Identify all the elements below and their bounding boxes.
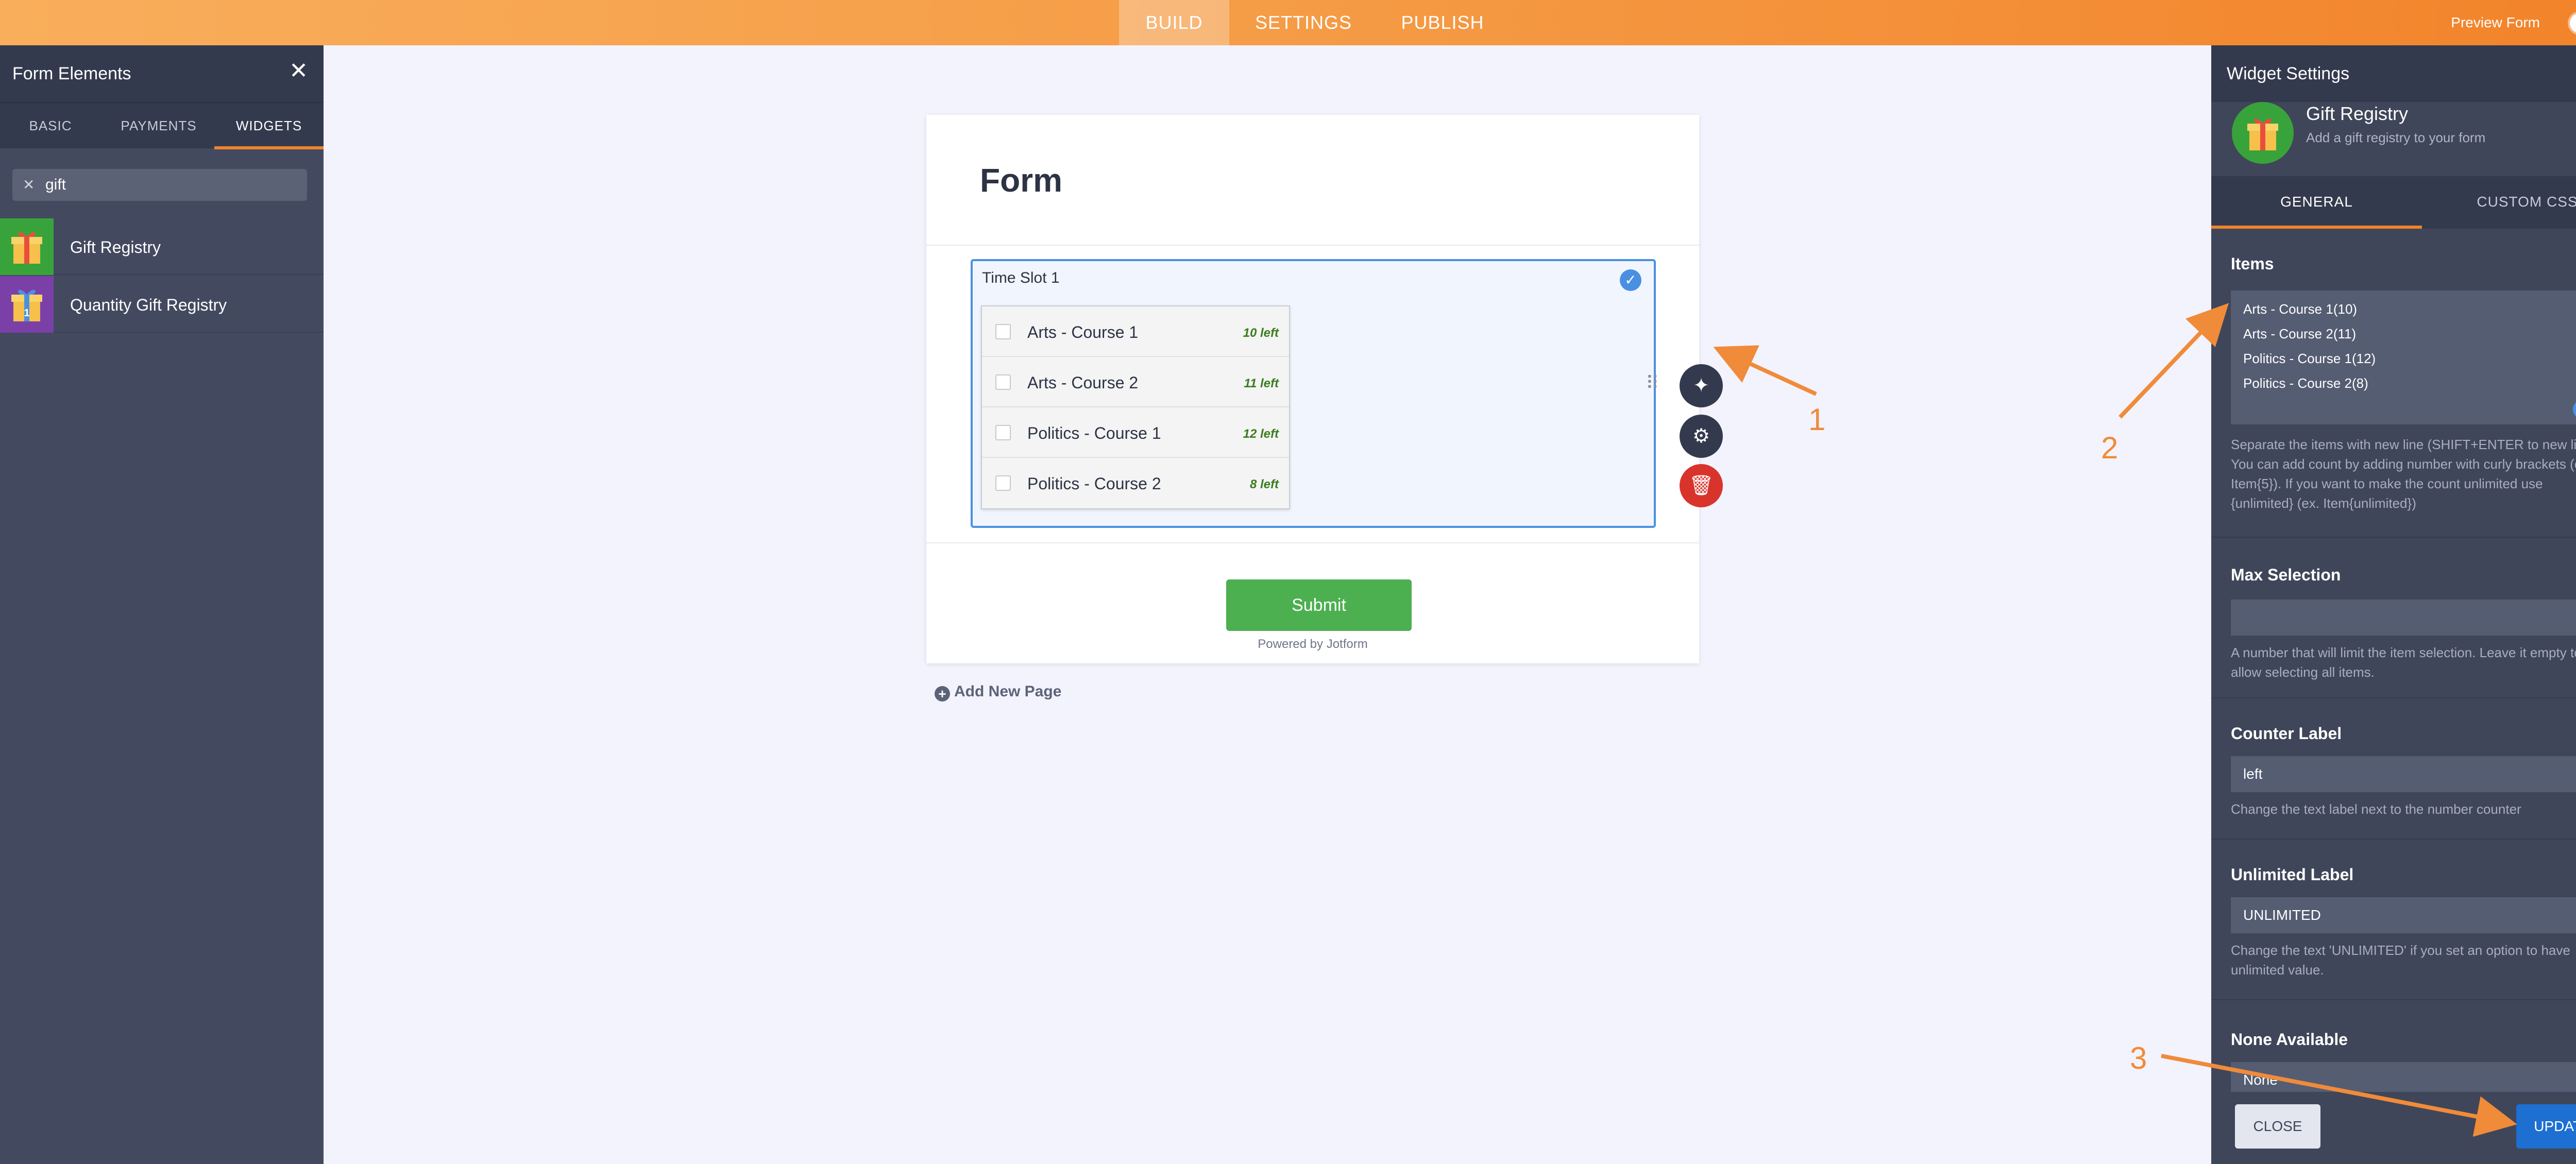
powered-by: Powered by Jotform [1258,637,1368,651]
tab-settings[interactable]: SETTINGS [1236,0,1370,45]
clear-search-icon[interactable]: ✕ [23,176,35,193]
gift-icon [2232,102,2294,164]
widget-description: Add a gift registry to your form [2306,130,2486,145]
divider [926,542,1699,543]
top-navigation-bar: BUILD SETTINGS PUBLISH Preview Form [0,0,2576,45]
widget-info: Gift Registry Add a gift registry to you… [2211,45,2576,176]
items-line: Arts - Course 2(11) [2243,326,2357,341]
list-item[interactable]: Arts - Course 2 11 left [982,357,1289,407]
preview-form-label: Preview Form [2451,14,2540,30]
annotation-number: 3 [2130,1041,2147,1075]
add-page-label: Add New Page [954,683,1062,700]
list-item[interactable]: Politics - Course 2 8 left [982,458,1289,508]
divider [926,245,1699,246]
counter-label-label: Counter Label [2231,724,2342,743]
gear-icon[interactable]: ⚙ [1680,415,1723,458]
form-canvas: Form Time Slot 1 ✓ Arts - Course 1 10 le… [324,45,2212,1164]
counter-label-input[interactable] [2231,756,2576,792]
unlimited-label-help: Change the text 'UNLIMITED' if you set a… [2231,943,2570,978]
annotation-number: 2 [2101,431,2119,465]
item-count: 10 left [1243,326,1279,340]
widget-item-gift-registry[interactable]: Gift Registry [0,218,324,275]
form-elements-header: Form Elements ✕ [0,45,324,102]
check-icon: ✓ [1620,269,1641,291]
unlimited-label-label: Unlimited Label [2231,865,2354,884]
list-item[interactable]: Politics - Course 1 12 left [982,407,1289,458]
tab-general[interactable]: GENERAL [2211,176,2422,229]
widget-item-label: Gift Registry [70,238,161,256]
wand-icon[interactable]: ✦ [1680,364,1723,407]
item-count: 8 left [1249,477,1279,491]
trash-icon[interactable]: 🗑 [1680,464,1723,507]
unlimited-label-section: Unlimited Label Change the text 'UNLIMIT… [2211,840,2576,1000]
item-name: Arts - Course 1 [1027,323,1139,341]
registry-list: Arts - Course 1 10 left Arts - Course 2 … [981,305,1290,509]
items-textarea[interactable]: Arts - Course 1(10) Arts - Course 2(11) … [2231,290,2576,424]
item-name: Politics - Course 1 [1027,424,1161,442]
check-icon: ✓ [2573,400,2576,419]
submit-button[interactable]: Submit [1226,579,1412,631]
gift-icon [0,218,54,275]
tab-payments[interactable]: PAYMENTS [101,103,216,149]
list-item[interactable]: Arts - Course 1 10 left [982,306,1289,357]
checkbox[interactable] [995,374,1011,390]
widget-item-label: Quantity Gift Registry [70,296,227,314]
checkbox[interactable] [995,324,1011,339]
none-available-label: None Available [2231,1030,2348,1049]
tab-publish[interactable]: PUBLISH [1381,0,1504,45]
tab-basic[interactable]: BASIC [0,103,101,149]
tab-build[interactable]: BUILD [1119,0,1229,45]
tab-custom-css[interactable]: CUSTOM CSS [2422,176,2576,229]
item-count: 11 left [1244,376,1279,390]
form-card: Form Time Slot 1 ✓ Arts - Course 1 10 le… [926,115,1723,663]
toggle-knob [2570,13,2576,33]
none-available-input[interactable] [2231,1062,2576,1092]
plus-icon: + [935,686,950,701]
items-help: Separate the items with new line (SHIFT+… [2231,437,2576,511]
counter-label-section: Counter Label Change the text label next… [2211,698,2576,840]
panel-title: Form Elements [12,64,131,83]
annotation-number: 1 [1808,402,1826,437]
none-available-section: None Available [2211,1000,2576,1092]
update-button[interactable]: UPDATE [2516,1104,2576,1149]
counter-label-help: Change the text label next to the number… [2231,801,2521,817]
element-tabs: BASIC PAYMENTS WIDGETS [0,102,324,149]
checkbox[interactable] [995,475,1011,491]
drag-handle-icon[interactable]: ⠿ [1646,372,1659,394]
search-input[interactable] [45,169,293,201]
close-button[interactable]: CLOSE [2235,1104,2320,1149]
max-selection-section: Max Selection A number that will limit t… [2211,538,2576,698]
item-name: Politics - Course 2 [1027,474,1161,493]
item-name: Arts - Course 2 [1027,373,1139,392]
close-icon[interactable]: ✕ [289,60,308,82]
preview-form-toggle[interactable] [2568,11,2576,35]
widget-search: ✕ [12,169,307,201]
form-title[interactable]: Form [980,161,1062,199]
items-section: Items Arts - Course 1(10) Arts - Course … [2211,229,2576,538]
gift-registry-field[interactable]: Time Slot 1 ✓ Arts - Course 1 10 left Ar… [971,259,1656,528]
items-line: Politics - Course 2(8) [2243,375,2368,391]
tab-widgets[interactable]: WIDGETS [214,103,324,149]
widget-settings-panel: Widget Settings ✕ Gift Registry Add a gi… [2211,45,2576,1164]
items-line: Arts - Course 1(10) [2243,301,2358,317]
settings-tabs: GENERAL CUSTOM CSS [2211,176,2576,229]
max-selection-help: A number that will limit the item select… [2231,645,2576,680]
unlimited-label-input[interactable] [2231,897,2576,933]
settings-footer: CLOSE UPDATE [2211,1092,2576,1164]
svg-text:1: 1 [24,307,29,319]
items-line: Politics - Course 1(12) [2243,351,2376,366]
checkbox[interactable] [995,425,1011,440]
items-label: Items [2231,254,2274,273]
gift-icon: 1 [0,276,54,333]
form-elements-panel: Form Elements ✕ BASIC PAYMENTS WIDGETS ✕… [0,45,324,1164]
widget-name: Gift Registry [2306,103,2409,124]
add-new-page-button[interactable]: + Add New Page [935,683,1061,701]
field-label[interactable]: Time Slot 1 [982,269,1060,287]
max-selection-label: Max Selection [2231,566,2341,584]
max-selection-input[interactable] [2231,600,2576,636]
item-count: 12 left [1243,427,1279,441]
widget-item-quantity-gift-registry[interactable]: 1 Quantity Gift Registry [0,276,324,333]
